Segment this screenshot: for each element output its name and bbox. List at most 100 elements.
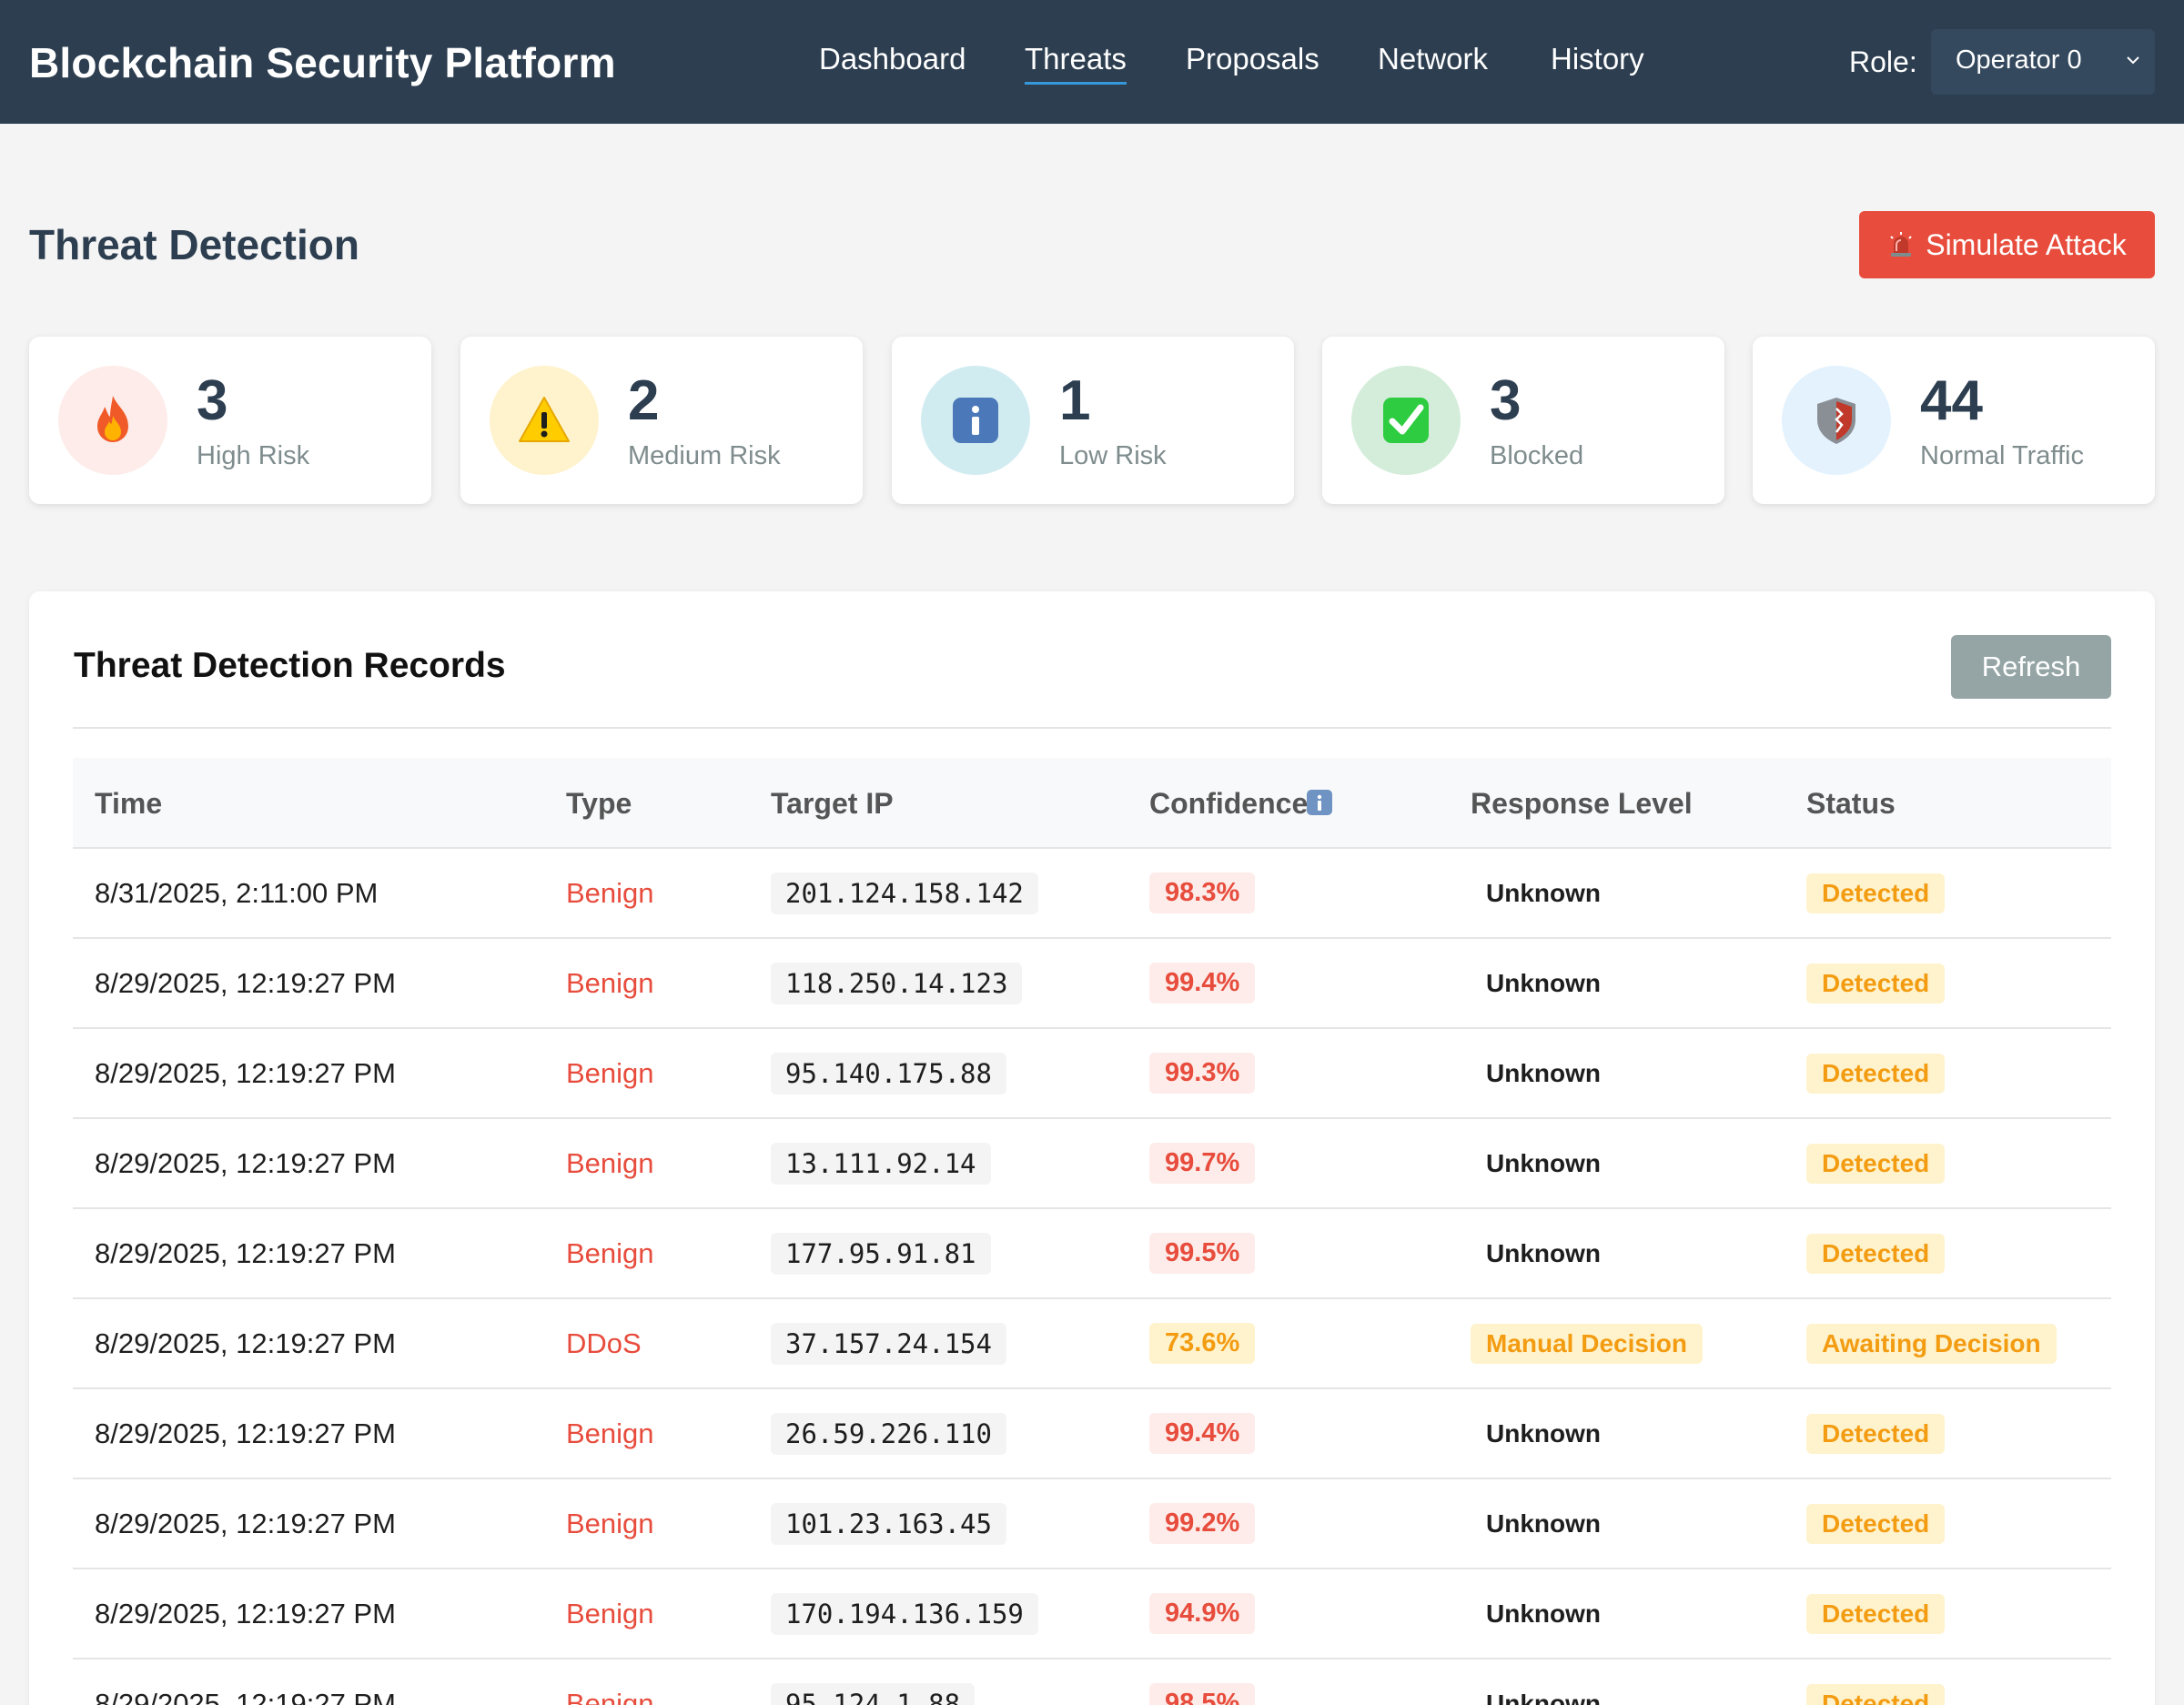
cell-target-ip: 95.124.1.88: [771, 1660, 976, 1705]
cell-status: Detected: [1806, 1119, 1946, 1207]
cell-time: 8/29/2025, 12:19:27 PM: [95, 1236, 396, 1269]
response-level: Unknown: [1486, 1148, 1601, 1177]
status-badge: Detected: [1806, 1503, 1946, 1544]
stat-icon-wrap: [1351, 366, 1461, 475]
nav-proposals[interactable]: Proposals: [1186, 42, 1320, 76]
role-label: Role:: [1849, 45, 1917, 78]
table-row[interactable]: 8/31/2025, 2:11:00 PM Benign 201.124.158…: [73, 849, 2111, 939]
table-row[interactable]: 8/29/2025, 12:19:27 PM Benign 26.59.226.…: [73, 1389, 2111, 1479]
status-badge: Detected: [1806, 1233, 1946, 1274]
cell-target-ip: 201.124.158.142: [771, 849, 1038, 937]
ip-address: 26.59.226.110: [771, 1412, 1006, 1455]
cell-time: 8/29/2025, 12:19:27 PM: [95, 1146, 396, 1179]
cell-status: Detected: [1806, 1479, 1946, 1568]
brand-title: Blockchain Security Platform: [29, 39, 616, 86]
cell-response-level: Unknown: [1471, 1389, 1601, 1478]
status-badge: Detected: [1806, 963, 1946, 1004]
confidence-badge: 98.5%: [1149, 1683, 1256, 1705]
cell-target-ip: 101.23.163.45: [771, 1479, 1006, 1568]
response-level: Unknown: [1486, 1238, 1601, 1267]
cell-status: Detected: [1806, 939, 1946, 1027]
stat-value: 3: [1490, 369, 1522, 432]
cell-target-ip: 37.157.24.154: [771, 1299, 1006, 1387]
stat-value: 3: [197, 369, 228, 432]
warning-icon: [519, 397, 570, 442]
table-row[interactable]: 8/29/2025, 12:19:27 PM DDoS 37.157.24.15…: [73, 1299, 2111, 1389]
stat-card-medium-risk: 2 Medium Risk: [460, 337, 863, 504]
cell-confidence: 98.5%: [1149, 1660, 1256, 1705]
cell-response-level: Manual Decision: [1471, 1299, 1703, 1387]
refresh-button[interactable]: Refresh: [1951, 635, 2111, 699]
cell-target-ip: 177.95.91.81: [771, 1209, 991, 1297]
ip-address: 118.250.14.123: [771, 962, 1023, 1004]
cell-confidence: 99.7%: [1149, 1119, 1256, 1207]
cell-confidence: 98.3%: [1149, 849, 1256, 937]
cell-response-level: Unknown: [1471, 1569, 1601, 1658]
cell-response-level: Unknown: [1471, 849, 1601, 937]
cell-type: Benign: [566, 1507, 654, 1539]
confidence-badge: 99.7%: [1149, 1143, 1256, 1184]
nav-dashboard[interactable]: Dashboard: [819, 42, 966, 76]
nav-network[interactable]: Network: [1378, 42, 1488, 76]
cell-status: Detected: [1806, 849, 1946, 937]
stat-value: 2: [628, 369, 660, 432]
cell-confidence: 73.6%: [1149, 1299, 1256, 1387]
cell-confidence: 99.4%: [1149, 939, 1256, 1027]
table-row[interactable]: 8/29/2025, 12:19:27 PM Benign 13.111.92.…: [73, 1119, 2111, 1209]
cell-confidence: 99.4%: [1149, 1389, 1256, 1478]
stat-label: High Risk: [197, 441, 310, 470]
simulate-attack-button[interactable]: Simulate Attack: [1859, 211, 2155, 278]
column-header-target-ip: Target IP: [771, 787, 894, 820]
table-row[interactable]: 8/29/2025, 12:19:27 PM Benign 177.95.91.…: [73, 1209, 2111, 1299]
stat-icon-wrap: [921, 366, 1030, 475]
stat-label: Blocked: [1490, 441, 1584, 470]
stat-label: Low Risk: [1059, 441, 1167, 470]
cell-status: Awaiting Decision: [1806, 1299, 2057, 1387]
role-select-value: Operator 0: [1956, 45, 2082, 75]
status-badge: Detected: [1806, 873, 1946, 913]
response-level: Unknown: [1486, 1058, 1601, 1087]
cell-type: Benign: [566, 1146, 654, 1179]
column-header-response-level: Response Level: [1471, 787, 1693, 820]
cell-type: Benign: [566, 1417, 654, 1449]
siren-icon: [1890, 232, 1912, 257]
cell-type: Benign: [566, 966, 654, 999]
stat-icon-wrap: [58, 366, 167, 475]
chevron-down-icon: [2127, 56, 2139, 65]
ip-address: 95.124.1.88: [771, 1682, 976, 1705]
confidence-badge: 99.4%: [1149, 1413, 1256, 1454]
table-row[interactable]: 8/29/2025, 12:19:27 PM Benign 118.250.14…: [73, 939, 2111, 1029]
table-row[interactable]: 8/29/2025, 12:19:27 PM Benign 170.194.13…: [73, 1569, 2111, 1660]
nav-threats[interactable]: Threats: [1025, 42, 1127, 85]
response-level: Unknown: [1486, 1418, 1601, 1448]
cell-target-ip: 118.250.14.123: [771, 939, 1023, 1027]
shield-icon: [1817, 398, 1855, 444]
cell-type: Benign: [566, 1597, 654, 1629]
cell-target-ip: 170.194.136.159: [771, 1569, 1038, 1658]
table-row[interactable]: 8/29/2025, 12:19:27 PM Benign 95.140.175…: [73, 1029, 2111, 1119]
threat-records-table: Time Type Target IP Confidence Response …: [73, 758, 2111, 1705]
table-row[interactable]: 8/29/2025, 12:19:27 PM Benign 95.124.1.8…: [73, 1660, 2111, 1705]
cell-time: 8/29/2025, 12:19:27 PM: [95, 1597, 396, 1629]
table-row[interactable]: 8/29/2025, 12:19:27 PM Benign 101.23.163…: [73, 1479, 2111, 1569]
stat-card-high-risk: 3 High Risk: [29, 337, 431, 504]
cell-time: 8/29/2025, 12:19:27 PM: [95, 1687, 396, 1705]
confidence-badge: 94.9%: [1149, 1593, 1256, 1634]
ip-address: 170.194.136.159: [771, 1592, 1038, 1635]
cell-response-level: Unknown: [1471, 1660, 1601, 1705]
info-icon[interactable]: [1306, 789, 1333, 816]
simulate-attack-label: Simulate Attack: [1926, 227, 2127, 261]
response-level: Unknown: [1486, 878, 1601, 907]
nav-history[interactable]: History: [1551, 42, 1644, 76]
ip-address: 37.157.24.154: [771, 1322, 1006, 1365]
cell-confidence: 94.9%: [1149, 1569, 1256, 1658]
cell-response-level: Unknown: [1471, 1029, 1601, 1117]
cell-time: 8/29/2025, 12:19:27 PM: [95, 1056, 396, 1089]
role-select[interactable]: Operator 0: [1931, 29, 2155, 95]
ip-address: 13.111.92.14: [771, 1142, 991, 1185]
confidence-badge: 99.5%: [1149, 1233, 1256, 1274]
cell-time: 8/31/2025, 2:11:00 PM: [95, 876, 379, 909]
check-icon: [1383, 398, 1429, 443]
cell-time: 8/29/2025, 12:19:27 PM: [95, 1327, 396, 1359]
cell-status: Detected: [1806, 1209, 1946, 1297]
